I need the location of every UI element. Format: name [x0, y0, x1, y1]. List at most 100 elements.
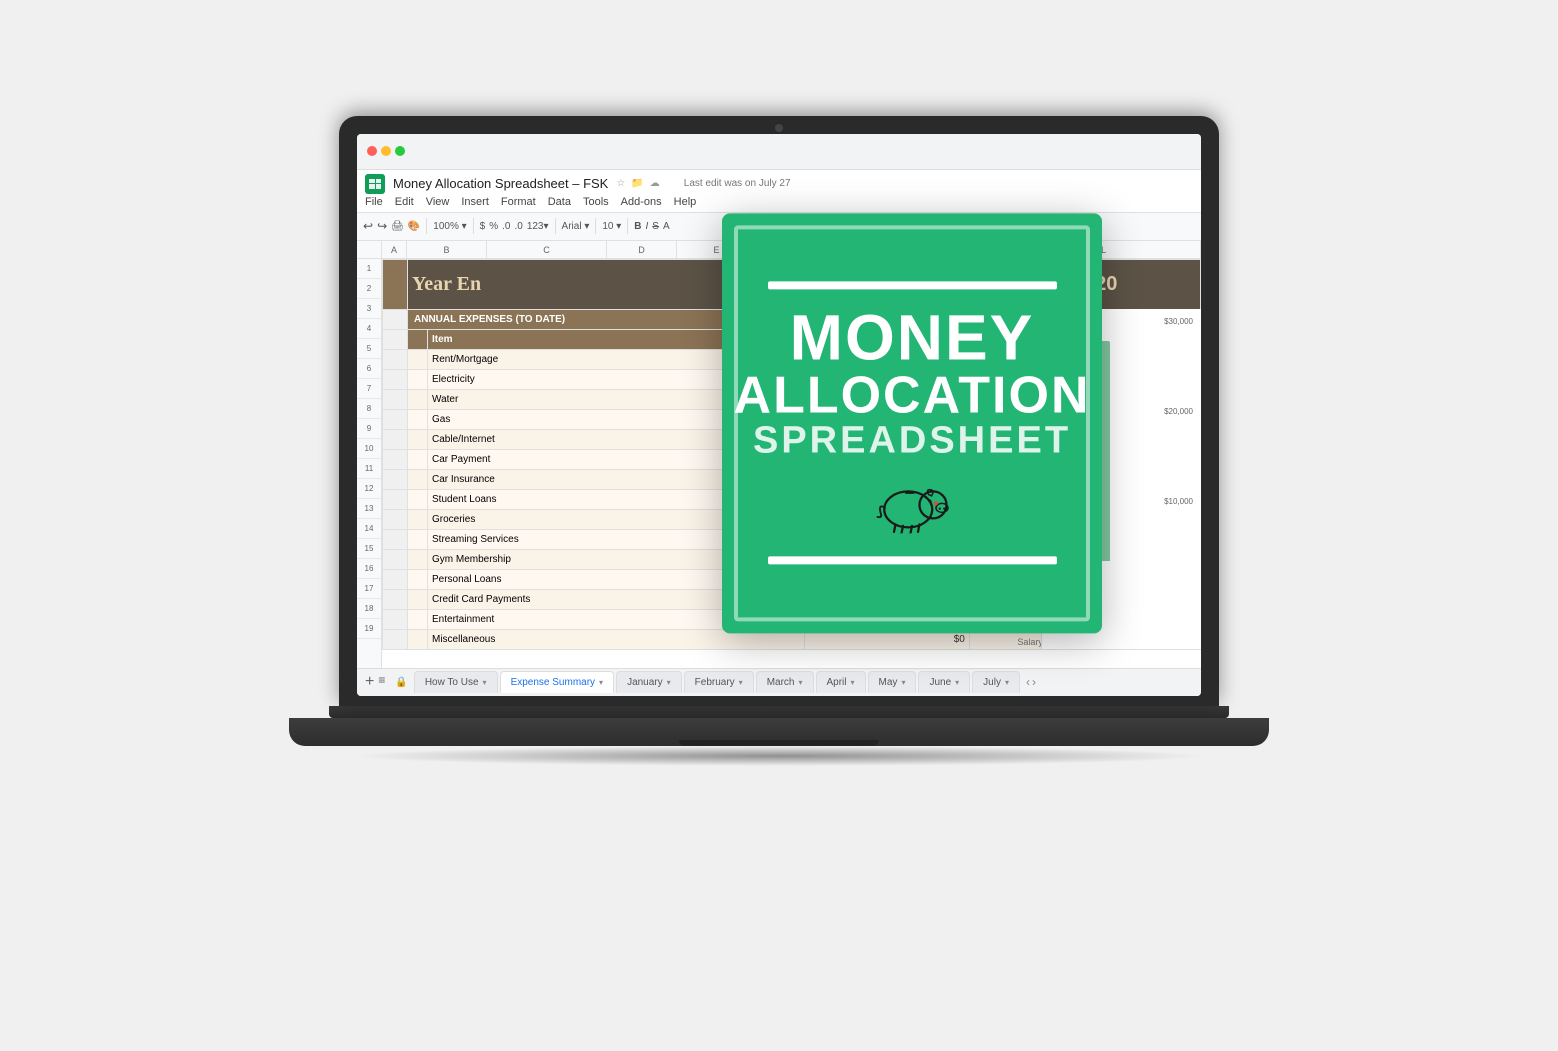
- row-5: 5: [357, 339, 381, 359]
- menu-insert[interactable]: Insert: [461, 196, 489, 208]
- chart-label-30k: $30,000: [1164, 317, 1193, 326]
- currency-icon[interactable]: $: [480, 221, 486, 232]
- row-8: 8: [357, 399, 381, 419]
- tab-february-arrow[interactable]: ▾: [739, 678, 743, 687]
- star-icon[interactable]: ☆: [616, 178, 625, 189]
- menu-file[interactable]: File: [365, 196, 383, 208]
- tab-march-label: March: [767, 677, 795, 688]
- cell-a1[interactable]: [383, 259, 408, 309]
- sheets-menu-icon[interactable]: ≡: [378, 673, 385, 691]
- cell-h1[interactable]: 20: [1091, 259, 1201, 309]
- cell-a2[interactable]: [383, 309, 408, 329]
- tab-january-label: January: [627, 677, 663, 688]
- toolbar-sep-2: [473, 218, 474, 234]
- menu-addons[interactable]: Add-ons: [621, 196, 662, 208]
- col-b: B: [407, 241, 487, 258]
- tab-february[interactable]: February ▾: [684, 671, 754, 693]
- menu-data[interactable]: Data: [548, 196, 571, 208]
- maximize-dot[interactable]: [395, 146, 405, 156]
- row-7: 7: [357, 379, 381, 399]
- redo-icon[interactable]: ↪: [377, 219, 387, 233]
- overlay-card: MONEY ALLOCATION SPREADSHEET: [722, 213, 1102, 633]
- zoom-selector[interactable]: 100% ▾: [433, 221, 466, 232]
- row-numbers: 1 2 3 4 5 6 7 8 9 10 11 12 13 14: [357, 259, 382, 676]
- strikethrough-icon[interactable]: S: [652, 221, 659, 232]
- decimal-less[interactable]: .0: [514, 221, 522, 232]
- undo-icon[interactable]: ↩: [363, 219, 373, 233]
- menu-help[interactable]: Help: [674, 196, 697, 208]
- tab-march[interactable]: March ▾: [756, 671, 814, 693]
- tab-june[interactable]: June ▾: [918, 671, 970, 693]
- tab-may-label: May: [879, 677, 898, 688]
- menu-edit[interactable]: Edit: [395, 196, 414, 208]
- tab-may-arrow[interactable]: ▾: [901, 678, 905, 687]
- overlay-money: MONEY: [734, 305, 1091, 369]
- laptop-base: [289, 718, 1269, 746]
- percent-icon[interactable]: %: [489, 221, 498, 232]
- menu-format[interactable]: Format: [501, 196, 536, 208]
- decimal-more[interactable]: .0: [502, 221, 510, 232]
- number-format[interactable]: 123▾: [527, 221, 549, 232]
- tab-january[interactable]: January ▾: [616, 671, 682, 693]
- tab-june-arrow[interactable]: ▾: [955, 678, 959, 687]
- row-9: 9: [357, 419, 381, 439]
- add-sheet-icon[interactable]: +: [365, 673, 374, 691]
- toolbar-sep-4: [595, 218, 596, 234]
- toolbar-sep-5: [627, 218, 628, 234]
- laptop-hinge: [329, 706, 1229, 718]
- font-selector[interactable]: Arial ▾: [562, 221, 590, 232]
- sheets-title: Money Allocation Spreadsheet – FSK: [393, 176, 608, 191]
- tab-july-label: July: [983, 677, 1001, 688]
- format-paint-icon[interactable]: 🎨: [408, 221, 420, 232]
- tab-july-arrow[interactable]: ▾: [1005, 678, 1009, 687]
- tab-may[interactable]: May ▾: [868, 671, 917, 693]
- row-11: 11: [357, 459, 381, 479]
- menu-tools[interactable]: Tools: [583, 196, 609, 208]
- tab-march-arrow[interactable]: ▾: [798, 678, 802, 687]
- tab-how-to-use[interactable]: How To Use ▾: [414, 671, 498, 693]
- tab-how-to-use-arrow[interactable]: ▾: [483, 678, 487, 687]
- cloud-icon[interactable]: ☁: [650, 178, 660, 189]
- italic-icon[interactable]: I: [646, 221, 649, 232]
- row-18: 18: [357, 599, 381, 619]
- row-16: 16: [357, 559, 381, 579]
- print-icon[interactable]: 🖨: [391, 221, 404, 232]
- last-edit: Last edit was on July 27: [684, 178, 791, 189]
- row-3: 3: [357, 299, 381, 319]
- pig-illustration: [867, 473, 957, 538]
- pig-svg: [867, 473, 957, 533]
- bold-icon[interactable]: B: [634, 221, 641, 232]
- tab-expense-summary-arrow[interactable]: ▾: [599, 678, 603, 687]
- cell-a3[interactable]: [383, 329, 408, 349]
- chart-label-10k: $10,000: [1164, 497, 1193, 506]
- overlay-allocation: ALLOCATION: [734, 369, 1091, 421]
- font-color-icon[interactable]: A: [663, 221, 670, 232]
- sheets-title-bar: Money Allocation Spreadsheet – FSK ☆ 📁 ☁…: [365, 174, 1193, 194]
- minimize-dot[interactable]: [381, 146, 391, 156]
- laptop-shadow: [349, 746, 1209, 766]
- cell-b3[interactable]: [408, 329, 428, 349]
- tab-expense-summary[interactable]: Expense Summary ▾: [500, 671, 615, 693]
- screen: Money Allocation Spreadsheet – FSK ☆ 📁 ☁…: [357, 134, 1201, 696]
- scroll-tabs-left[interactable]: ‹: [1026, 675, 1030, 689]
- tab-april-arrow[interactable]: ▾: [851, 678, 855, 687]
- menu-view[interactable]: View: [426, 196, 450, 208]
- overlay-spreadsheet: SPREADSHEET: [734, 421, 1091, 459]
- row-17: 17: [357, 579, 381, 599]
- tab-july[interactable]: July ▾: [972, 671, 1020, 693]
- row-14: 14: [357, 519, 381, 539]
- col-a: A: [382, 241, 407, 258]
- folder-icon[interactable]: 📁: [631, 178, 643, 189]
- col-d: D: [607, 241, 677, 258]
- row-15: 15: [357, 539, 381, 559]
- font-size[interactable]: 10 ▾: [602, 221, 621, 232]
- overlay-title: MONEY ALLOCATION SPREADSHEET: [734, 305, 1091, 459]
- browser-bar: [357, 134, 1201, 170]
- tab-april[interactable]: April ▾: [816, 671, 866, 693]
- sheets-header: Money Allocation Spreadsheet – FSK ☆ 📁 ☁…: [357, 170, 1201, 213]
- tab-january-arrow[interactable]: ▾: [667, 678, 671, 687]
- close-dot[interactable]: [367, 146, 377, 156]
- laptop-camera: [775, 124, 783, 132]
- chart-label-20k: $20,000: [1164, 407, 1193, 416]
- scroll-tabs-right[interactable]: ›: [1032, 675, 1036, 689]
